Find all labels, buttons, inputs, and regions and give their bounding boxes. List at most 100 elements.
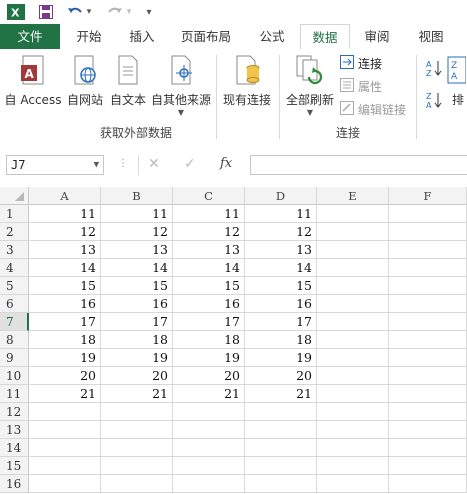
cell[interactable] [317, 295, 389, 313]
cell[interactable] [317, 259, 389, 277]
cell[interactable] [389, 241, 467, 259]
cell[interactable]: 18 [173, 331, 245, 349]
cell[interactable]: 18 [29, 331, 101, 349]
cell[interactable]: 19 [101, 349, 173, 367]
cell[interactable]: 19 [173, 349, 245, 367]
cell[interactable]: 16 [101, 295, 173, 313]
row-header[interactable]: 12 [0, 403, 29, 421]
cell[interactable]: 16 [173, 295, 245, 313]
cell[interactable]: 13 [101, 241, 173, 259]
row-header[interactable]: 1 [0, 205, 29, 223]
cell[interactable] [389, 223, 467, 241]
sort-button[interactable]: ZA 排 [446, 55, 467, 108]
column-header[interactable]: F [389, 187, 467, 205]
cell[interactable] [389, 475, 467, 493]
cell[interactable]: 21 [173, 385, 245, 403]
cell[interactable]: 16 [29, 295, 101, 313]
cell[interactable] [317, 241, 389, 259]
cell[interactable] [317, 475, 389, 493]
from-other-sources-button[interactable]: 自其他来源 ▼ [149, 55, 213, 117]
row-header[interactable]: 9 [0, 349, 29, 367]
from-text-button[interactable]: 自文本 [107, 55, 149, 108]
cell[interactable]: 12 [245, 223, 317, 241]
sort-asc-button[interactable]: AZ [426, 60, 442, 79]
cell[interactable]: 14 [173, 259, 245, 277]
cell[interactable] [317, 421, 389, 439]
cell[interactable]: 18 [245, 331, 317, 349]
row-header[interactable]: 5 [0, 277, 29, 295]
cell[interactable] [173, 403, 245, 421]
cell[interactable] [389, 457, 467, 475]
cell[interactable]: 17 [173, 313, 245, 331]
cell[interactable]: 17 [29, 313, 101, 331]
customize-qat-icon[interactable]: ▾ [144, 3, 154, 21]
cell[interactable] [29, 421, 101, 439]
tab-home[interactable]: 开始 [64, 24, 114, 49]
cell[interactable] [245, 457, 317, 475]
cell[interactable]: 16 [245, 295, 317, 313]
cell[interactable] [245, 403, 317, 421]
row-header[interactable]: 4 [0, 259, 29, 277]
tab-page-layout[interactable]: 页面布局 [170, 24, 242, 49]
insert-function-icon[interactable]: fx [220, 156, 232, 171]
cell[interactable] [389, 295, 467, 313]
cell[interactable]: 12 [173, 223, 245, 241]
cell[interactable] [389, 349, 467, 367]
cell[interactable]: 11 [29, 205, 101, 223]
cell[interactable]: 14 [29, 259, 101, 277]
row-header[interactable]: 3 [0, 241, 29, 259]
cell[interactable]: 13 [245, 241, 317, 259]
cell[interactable] [389, 439, 467, 457]
cell[interactable]: 21 [29, 385, 101, 403]
cell[interactable]: 21 [101, 385, 173, 403]
cell[interactable]: 18 [101, 331, 173, 349]
cell[interactable]: 17 [245, 313, 317, 331]
cell[interactable] [317, 457, 389, 475]
cell[interactable] [101, 475, 173, 493]
cell[interactable] [101, 439, 173, 457]
existing-connections-button[interactable]: 现有连接 [220, 55, 274, 108]
cell[interactable] [389, 259, 467, 277]
from-access-button[interactable]: A 自 Access [4, 55, 62, 108]
cell[interactable] [389, 313, 467, 331]
formula-input[interactable] [250, 155, 467, 175]
cell[interactable] [101, 421, 173, 439]
cell[interactable]: 20 [245, 367, 317, 385]
cell[interactable] [317, 349, 389, 367]
cell[interactable]: 13 [29, 241, 101, 259]
row-header[interactable]: 14 [0, 439, 29, 457]
cell[interactable] [317, 367, 389, 385]
cell[interactable]: 14 [101, 259, 173, 277]
row-header[interactable]: 11 [0, 385, 29, 403]
undo-dropdown-icon[interactable]: ▾ [85, 3, 93, 21]
refresh-all-button[interactable]: 全部刷新 ▼ [284, 55, 336, 117]
cell[interactable]: 12 [101, 223, 173, 241]
cell[interactable]: 11 [173, 205, 245, 223]
save-icon[interactable] [36, 3, 56, 21]
cell[interactable] [29, 457, 101, 475]
cell[interactable] [173, 439, 245, 457]
tab-review[interactable]: 审阅 [352, 24, 402, 49]
cell[interactable]: 20 [173, 367, 245, 385]
name-box[interactable]: J7 ▼ [6, 155, 104, 175]
row-header[interactable]: 10 [0, 367, 29, 385]
cell[interactable] [173, 421, 245, 439]
cell[interactable] [389, 403, 467, 421]
cell[interactable] [389, 277, 467, 295]
cell[interactable] [29, 439, 101, 457]
cell[interactable]: 19 [245, 349, 317, 367]
undo-icon[interactable] [66, 3, 84, 21]
cell[interactable] [317, 313, 389, 331]
from-web-button[interactable]: 自网站 [64, 55, 106, 108]
column-header[interactable]: D [245, 187, 317, 205]
cell[interactable] [389, 421, 467, 439]
cell[interactable] [389, 367, 467, 385]
row-header[interactable]: 8 [0, 331, 29, 349]
cell[interactable]: 15 [101, 277, 173, 295]
cell[interactable]: 12 [29, 223, 101, 241]
cell[interactable]: 15 [173, 277, 245, 295]
cell[interactable] [389, 205, 467, 223]
cell[interactable]: 21 [245, 385, 317, 403]
cell[interactable] [245, 421, 317, 439]
row-header[interactable]: 2 [0, 223, 29, 241]
